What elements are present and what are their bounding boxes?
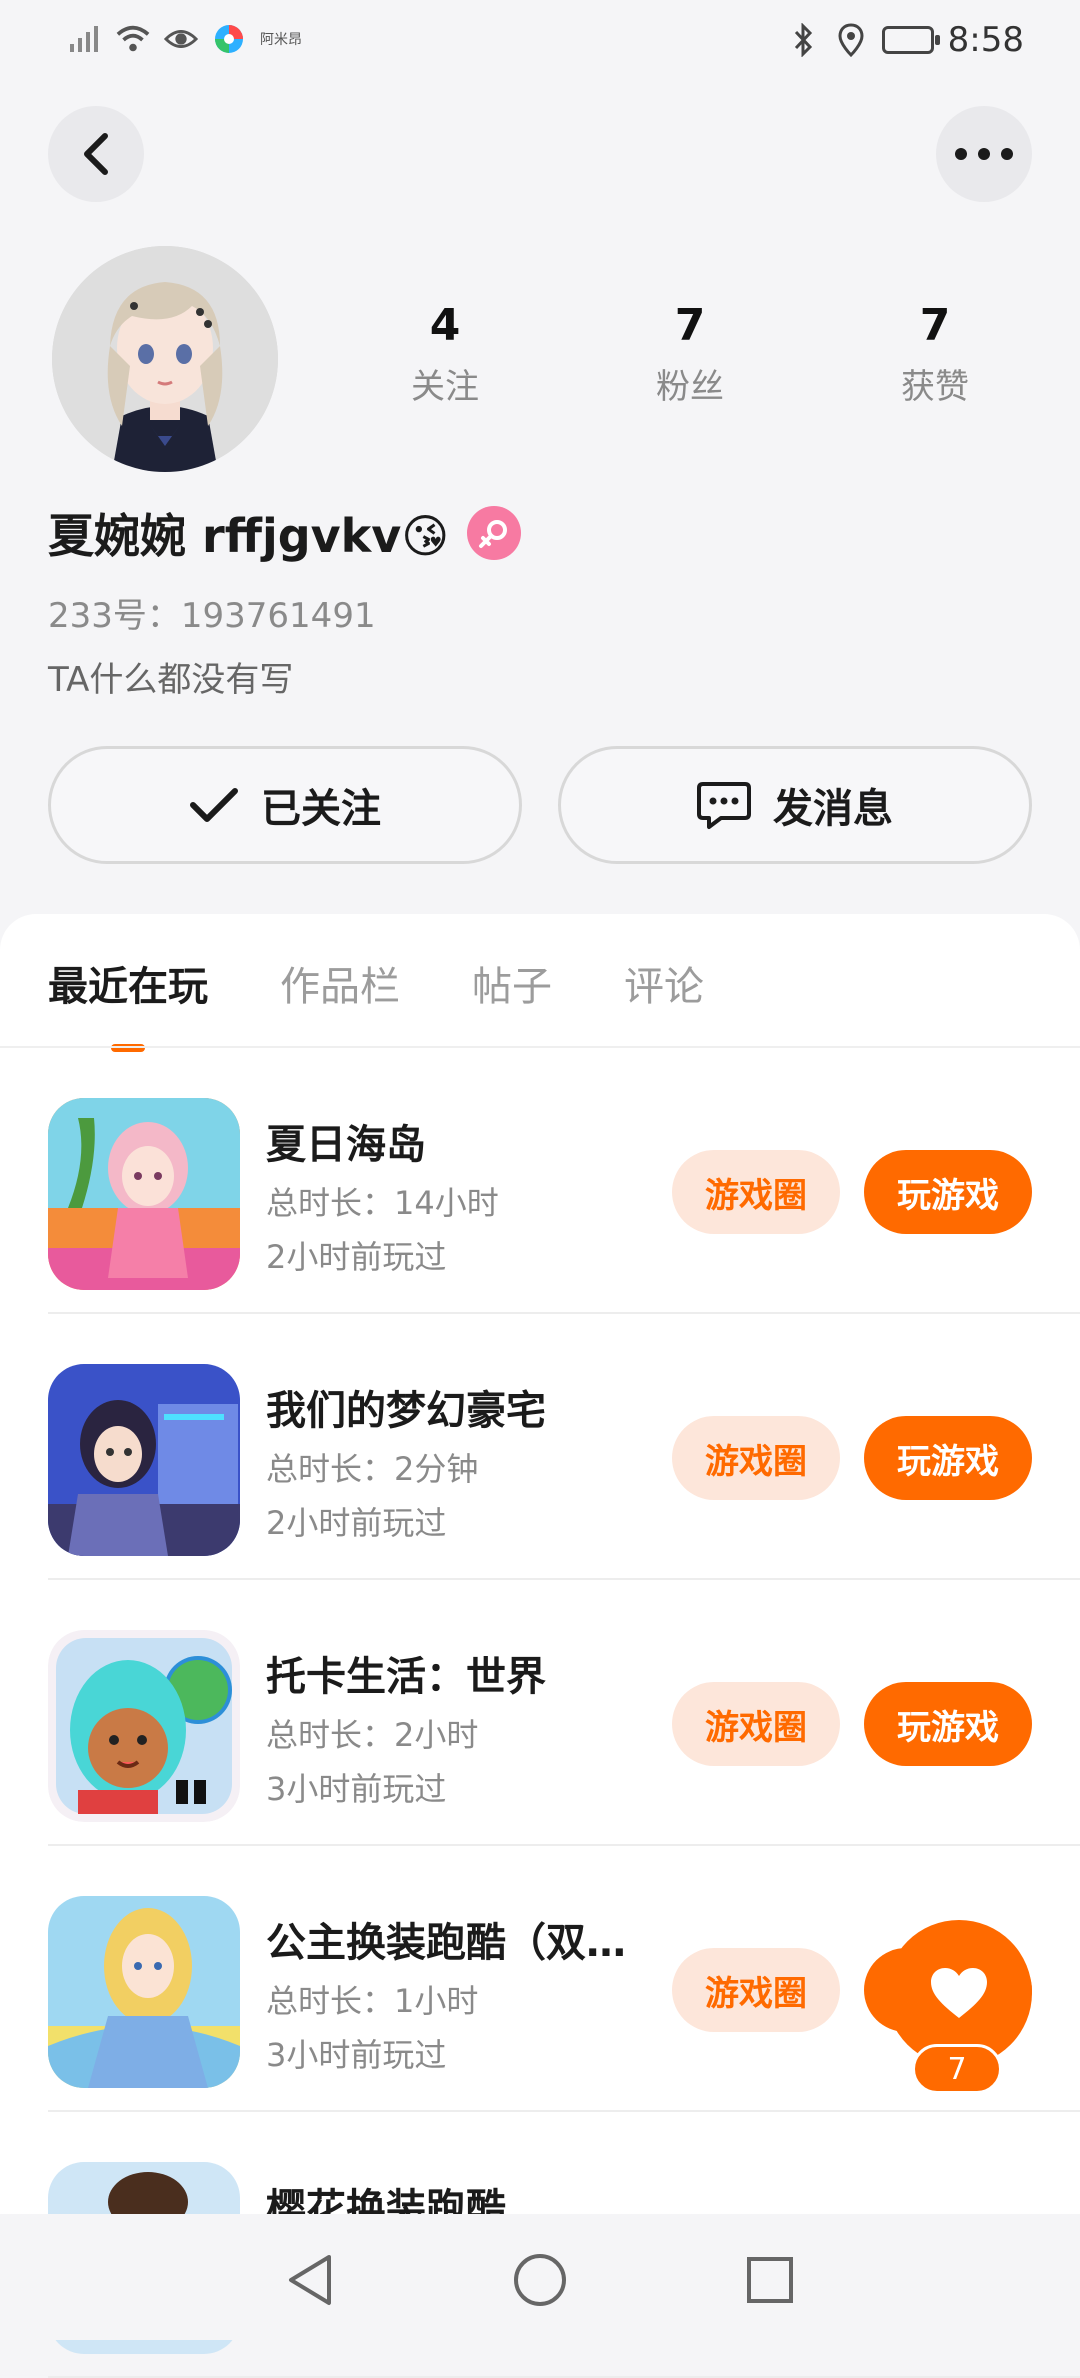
game-duration: 总时长：1小时: [266, 1982, 479, 2020]
battery-icon: [881, 26, 940, 54]
more-button[interactable]: [936, 106, 1032, 202]
stat-following[interactable]: 4 关注: [360, 300, 530, 408]
user-id: 233号：193761491: [48, 596, 376, 636]
tab-recently-played[interactable]: 最近在玩: [48, 954, 208, 1012]
stat-label: 获赞: [901, 367, 969, 407]
profile-stats: 4 关注 7 粉丝 7 获赞: [360, 300, 1020, 408]
game-list-item[interactable]: 夏日海岛 总时长：14小时 2小时前玩过 游戏圈 玩游戏: [0, 1048, 1080, 1314]
app-icon: [212, 22, 246, 56]
game-circle-button[interactable]: 游戏圈: [672, 1948, 840, 2032]
game-circle-button[interactable]: 游戏圈: [672, 1416, 840, 1500]
game-icon-summer-island[interactable]: [48, 1098, 240, 1290]
tab-comments[interactable]: 评论: [624, 954, 704, 1012]
send-message-button[interactable]: 发消息: [558, 746, 1032, 864]
stat-value: 7: [919, 300, 951, 351]
carrier-small-text: 阿米昂: [260, 32, 302, 48]
send-message-label: 发消息: [773, 786, 893, 832]
game-title: 夏日海岛: [266, 1122, 426, 1168]
game-list: 夏日海岛 总时长：14小时 2小时前玩过 游戏圈 玩游戏 我们的梦幻豪宅 总时长…: [0, 1048, 1080, 2378]
username-row: 夏婉婉 rffjgvkv😘: [48, 500, 522, 566]
heart-icon: [931, 1968, 987, 2018]
game-icon-princess-parkour[interactable]: [48, 1896, 240, 2088]
stat-label: 粉丝: [656, 367, 724, 407]
avatar[interactable]: [52, 246, 278, 472]
game-last-played: 3小时前玩过: [266, 2036, 447, 2074]
checkmark-icon: [190, 788, 238, 822]
stat-followers[interactable]: 7 粉丝: [605, 300, 775, 408]
game-duration: 总时长：2小时: [266, 1716, 479, 1754]
square-recents-icon: [747, 2257, 793, 2303]
back-button[interactable]: [48, 106, 144, 202]
stat-label: 关注: [411, 367, 479, 407]
female-gender-icon: [467, 506, 522, 560]
content-panel: 最近在玩 作品栏 帖子 评论 夏日海岛 总时长：14小时 2小时前玩过 游戏圈 …: [0, 914, 1080, 2378]
status-bar: 阿米昂 8:58: [0, 0, 1080, 90]
play-game-button[interactable]: 玩游戏: [864, 1150, 1032, 1234]
game-last-played: 3小时前玩过: [266, 1770, 447, 1808]
play-game-button[interactable]: 玩游戏: [864, 1682, 1032, 1766]
wifi-icon: [116, 22, 150, 56]
no-signal-icon: [68, 22, 102, 56]
game-circle-button[interactable]: 游戏圈: [672, 1150, 840, 1234]
tab-works[interactable]: 作品栏: [280, 954, 400, 1012]
nav-recents-button[interactable]: [740, 2250, 800, 2310]
game-icon-dream-mansion[interactable]: [48, 1364, 240, 1556]
location-icon: [834, 23, 868, 57]
eye-icon: [164, 22, 198, 56]
bluetooth-icon: [786, 23, 820, 57]
game-icon-toca-life-world[interactable]: [48, 1630, 240, 1822]
stat-value: 7: [674, 300, 706, 351]
more-dots-icon: [955, 148, 1013, 160]
game-title: 公主换装跑酷（双…: [266, 1920, 626, 1966]
like-count-badge: 7: [912, 2044, 1002, 2094]
game-title: 我们的梦幻豪宅: [266, 1388, 546, 1434]
stat-value: 4: [429, 300, 461, 351]
game-duration: 总时长：14小时: [266, 1184, 499, 1222]
game-list-item[interactable]: 我们的梦幻豪宅 总时长：2分钟 2小时前玩过 游戏圈 玩游戏: [0, 1314, 1080, 1580]
nav-back-button[interactable]: [280, 2250, 340, 2310]
game-last-played: 2小时前玩过: [266, 1238, 447, 1276]
username: 夏婉婉 rffjgvkv😘: [48, 509, 450, 563]
tab-posts[interactable]: 帖子: [472, 954, 552, 1012]
profile-tabs: 最近在玩 作品栏 帖子 评论: [48, 954, 704, 1012]
status-time: 8:58: [947, 20, 1024, 60]
game-last-played: 2小时前玩过: [266, 1504, 447, 1542]
game-title: 托卡生活：世界: [266, 1654, 546, 1700]
user-bio: TA什么都没有写: [48, 660, 294, 700]
game-list-item[interactable]: 托卡生活：世界 总时长：2小时 3小时前玩过 游戏圈 玩游戏: [0, 1580, 1080, 1846]
triangle-back-icon: [289, 2255, 331, 2305]
chat-bubble-icon: [697, 782, 751, 829]
system-nav-bar: [0, 2214, 1080, 2340]
play-game-button[interactable]: 玩游戏: [864, 1416, 1032, 1500]
game-duration: 总时长：2分钟: [266, 1450, 479, 1488]
followed-button[interactable]: 已关注: [48, 746, 522, 864]
chevron-left-icon: [84, 133, 108, 175]
stat-likes[interactable]: 7 获赞: [850, 300, 1020, 408]
followed-label: 已关注: [261, 786, 381, 832]
circle-home-icon: [514, 2254, 566, 2306]
game-circle-button[interactable]: 游戏圈: [672, 1682, 840, 1766]
nav-home-button[interactable]: [510, 2250, 570, 2310]
